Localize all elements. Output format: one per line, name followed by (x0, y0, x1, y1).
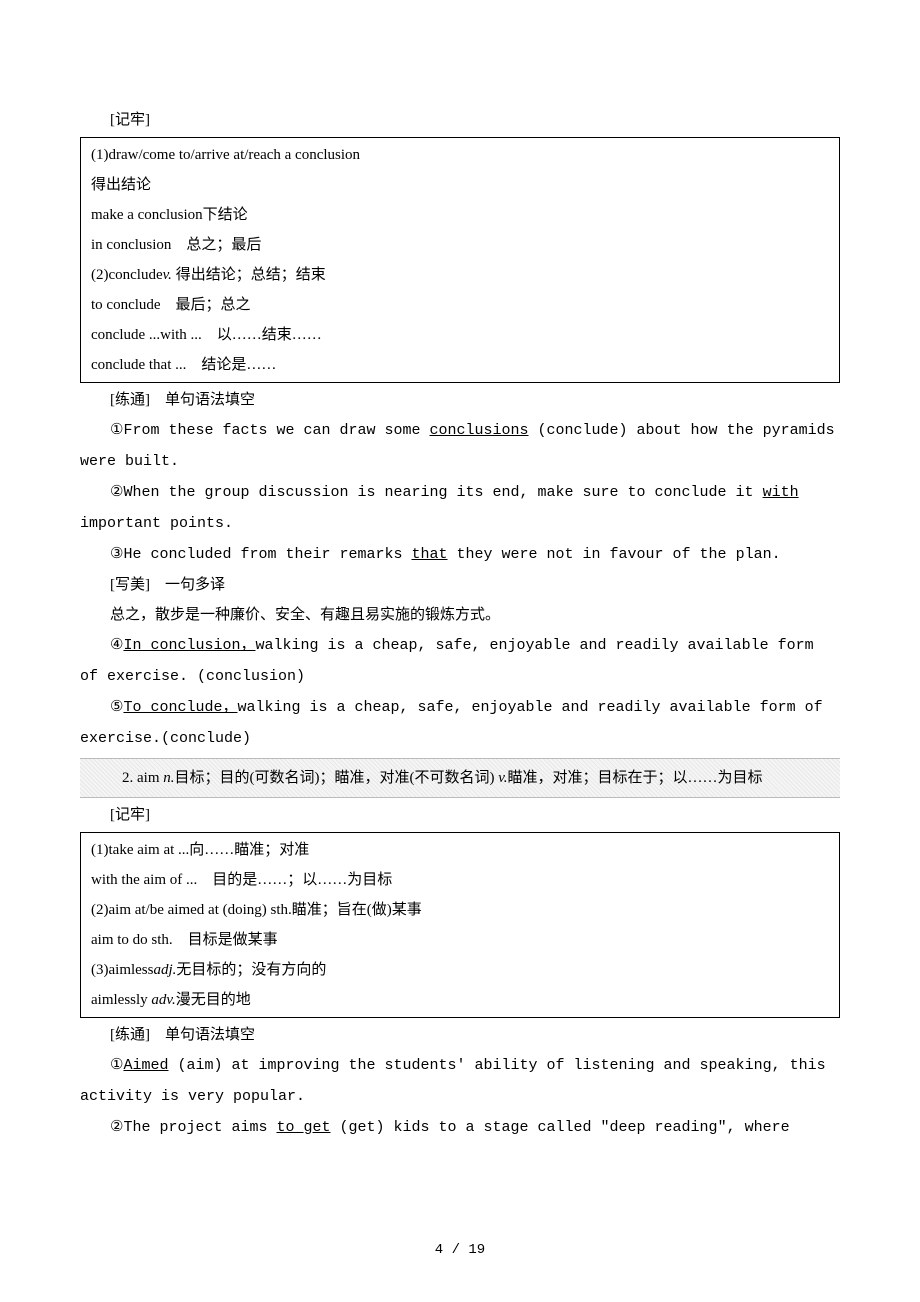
box-line: make a conclusion下结论 (91, 200, 829, 230)
practice-label-2: [练通] 单句语法填空 (80, 1020, 840, 1050)
text: ① (110, 1057, 123, 1074)
text: ④ (110, 637, 123, 654)
answer-underline: Aimed (123, 1057, 168, 1074)
answer-underline: with (763, 484, 799, 501)
box-line: (3)aimlessadj.无目标的；没有方向的 (91, 955, 829, 985)
box-line: (2)aim at/be aimed at (doing) sth.瞄准；旨在(… (91, 895, 829, 925)
text: (get) kids to a stage called "deep readi… (331, 1119, 790, 1136)
answer-underline: conclusions (430, 422, 529, 439)
text: ③He concluded from their remarks (110, 546, 412, 563)
answer-underline: In conclusion， (123, 637, 255, 654)
italic-text: adv. (151, 992, 175, 1008)
box-line: aimlessly adv.漫无目的地 (91, 985, 829, 1015)
sentence-4: ④In conclusion，walking is a cheap, safe,… (80, 630, 840, 692)
text: 漫无目的地 (176, 992, 251, 1008)
text: aimlessly (91, 992, 151, 1008)
answer-underline: To conclude， (123, 699, 237, 716)
text: 得出结论；总结；结束 (172, 267, 326, 283)
italic-text: v. (498, 770, 507, 786)
text: (aim) at improving the students' ability… (80, 1057, 826, 1105)
text: ②The project aims (110, 1119, 276, 1136)
sentence-5: ⑤To conclude，walking is a cheap, safe, e… (80, 692, 840, 754)
sentence-1: ①From these facts we can draw some concl… (80, 415, 840, 477)
text: important points. (80, 515, 233, 532)
translation-prompt: 总之，散步是一种廉价、安全、有趣且易实施的锻炼方式。 (80, 600, 840, 630)
text: they were not in favour of the plan. (448, 546, 781, 563)
italic-text: v. (163, 267, 172, 283)
sentence-7: ②The project aims to get (get) kids to a… (80, 1112, 840, 1143)
box-line: conclude ...with ... 以……结束…… (91, 320, 829, 350)
text: 目标；目的(可数名词)；瞄准，对准(不可数名词) (175, 770, 499, 786)
vocab-header-aim: 2. aim n.目标；目的(可数名词)；瞄准，对准(不可数名词) v.瞄准，对… (80, 758, 840, 798)
text: ①From these facts we can draw some (110, 422, 430, 439)
answer-underline: to get (276, 1119, 330, 1136)
box-line: (2)concludev. 得出结论；总结；结束 (91, 260, 829, 290)
text: (2)conclude (91, 267, 163, 283)
box-line: (1)take aim at ...向……瞄准；对准 (91, 835, 829, 865)
box-line: with the aim of ... 目的是……；以……为目标 (91, 865, 829, 895)
text: (3)aimless (91, 962, 153, 978)
write-label: [写美] 一句多译 (80, 570, 840, 600)
box-line: aim to do sth. 目标是做某事 (91, 925, 829, 955)
italic-text: n. (163, 770, 174, 786)
sentence-2: ②When the group discussion is nearing it… (80, 477, 840, 539)
remember-label-2: [记牢] (80, 800, 840, 830)
box-line: in conclusion 总之；最后 (91, 230, 829, 260)
text: ⑤ (110, 699, 123, 716)
italic-text: adj. (153, 962, 176, 978)
text: 2. aim (122, 770, 163, 786)
vocab-box-conclusion: (1)draw/come to/arrive at/reach a conclu… (80, 137, 840, 383)
text: 无目标的；没有方向的 (176, 962, 326, 978)
box-line: conclude that ... 结论是…… (91, 350, 829, 380)
vocab-box-aim: (1)take aim at ...向……瞄准；对准 with the aim … (80, 832, 840, 1018)
text: 瞄准，对准；目标在于；以……为目标 (508, 770, 763, 786)
box-line: (1)draw/come to/arrive at/reach a conclu… (91, 140, 829, 170)
practice-label-1: [练通] 单句语法填空 (80, 385, 840, 415)
remember-label-1: [记牢] (80, 105, 840, 135)
text: ②When the group discussion is nearing it… (110, 484, 763, 501)
box-line: 得出结论 (91, 170, 829, 200)
sentence-6: ①Aimed (aim) at improving the students' … (80, 1050, 840, 1112)
document-page: [记牢] (1)draw/come to/arrive at/reach a c… (0, 0, 920, 1302)
sentence-3: ③He concluded from their remarks that th… (80, 539, 840, 570)
box-line: to conclude 最后；总之 (91, 290, 829, 320)
answer-underline: that (412, 546, 448, 563)
page-number: 4 / 19 (0, 1236, 920, 1264)
